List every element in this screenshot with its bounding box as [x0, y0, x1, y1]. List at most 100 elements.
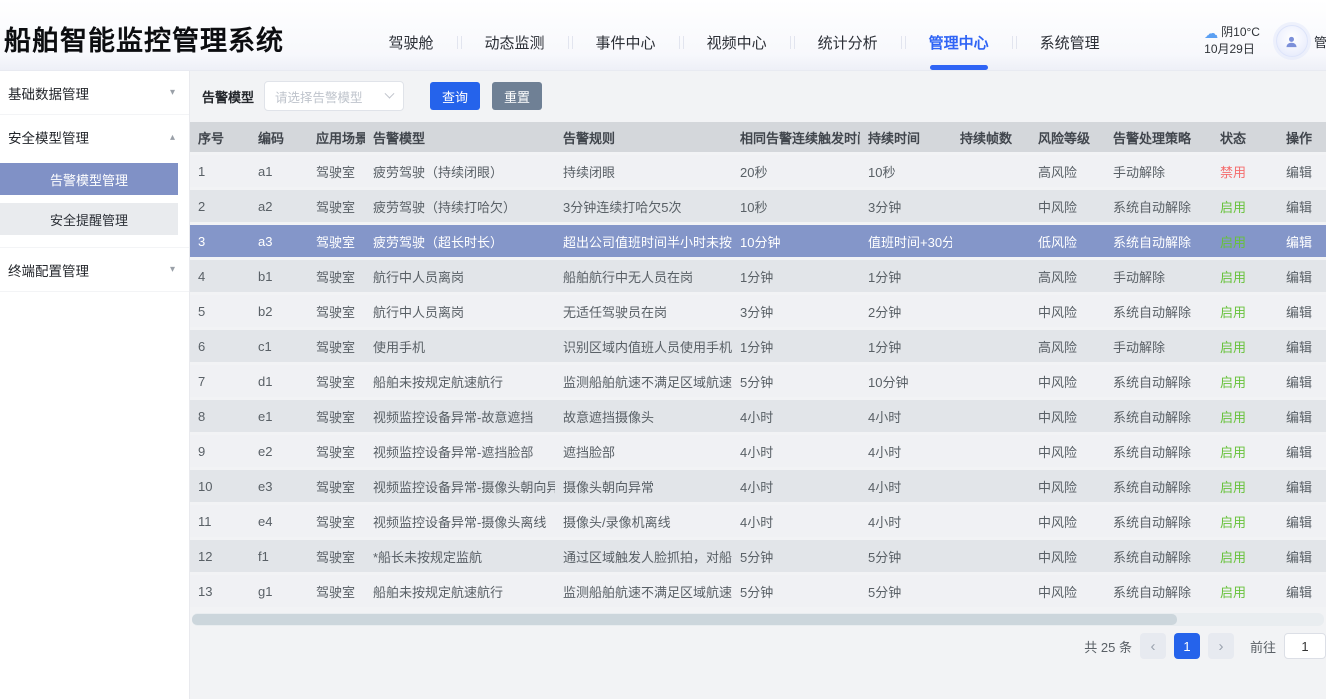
- cell-code: e1: [250, 400, 308, 435]
- status-text: 启用: [1212, 470, 1278, 505]
- sidebar-item-alarm-model[interactable]: 告警模型管理: [0, 163, 178, 195]
- edit-link[interactable]: 编辑: [1278, 470, 1326, 505]
- cell-scene: 驾驶室: [308, 435, 365, 470]
- status-text: 启用: [1212, 295, 1278, 330]
- cell-code: c1: [250, 330, 308, 365]
- cell-no: 5: [190, 295, 250, 330]
- cell-interval: 5分钟: [732, 540, 860, 575]
- cell-frames: [952, 190, 1030, 225]
- cell-model: 航行中人员离岗: [365, 295, 555, 330]
- table-row[interactable]: 3a3驾驶室疲劳驾驶（超长时长）超出公司值班时间半小时未按规定交接10分钟值班时…: [190, 225, 1326, 260]
- cell-risk: 高风险: [1030, 155, 1105, 190]
- nav-item-statistics[interactable]: 统计分析: [795, 32, 901, 53]
- edit-link[interactable]: 编辑: [1278, 190, 1326, 225]
- cell-frames: [952, 260, 1030, 295]
- status-text: 启用: [1212, 400, 1278, 435]
- table-row[interactable]: 9e2驾驶室视频监控设备异常-遮挡脸部遮挡脸部4小时4小时中风险系统自动解除启用…: [190, 435, 1326, 470]
- edit-link[interactable]: 编辑: [1278, 295, 1326, 330]
- cell-duration: 4小时: [860, 470, 952, 505]
- cell-code: e2: [250, 435, 308, 470]
- cell-frames: [952, 435, 1030, 470]
- edit-link[interactable]: 编辑: [1278, 260, 1326, 295]
- cell-model: 视频监控设备异常-遮挡脸部: [365, 435, 555, 470]
- table-row[interactable]: 5b2驾驶室航行中人员离岗无适任驾驶员在岗3分钟2分钟中风险系统自动解除启用编辑: [190, 295, 1326, 330]
- cell-rule: 遮挡脸部: [555, 435, 732, 470]
- app-title: 船舶智能监控管理系统: [4, 13, 284, 58]
- table-row[interactable]: 2a2驾驶室疲劳驾驶（持续打哈欠）3分钟连续打哈欠5次10秒3分钟中风险系统自动…: [190, 190, 1326, 225]
- edit-link[interactable]: 编辑: [1278, 575, 1326, 610]
- nav-item-system[interactable]: 系统管理: [1017, 32, 1123, 53]
- reset-button[interactable]: 重置: [492, 82, 542, 110]
- cell-strategy: 系统自动解除: [1105, 505, 1212, 540]
- status-text: 禁用: [1212, 155, 1278, 190]
- col-frames: 持续帧数: [952, 122, 1030, 155]
- table-row[interactable]: 12f1驾驶室*船长未按规定监航通过区域触发人脸抓拍，对船长身份...5分钟5分…: [190, 540, 1326, 575]
- cell-rule: 摄像头/录像机离线: [555, 505, 732, 540]
- nav-item-management[interactable]: 管理中心: [906, 32, 1012, 53]
- edit-link[interactable]: 编辑: [1278, 155, 1326, 190]
- prev-page-button[interactable]: ‹: [1140, 633, 1166, 659]
- cell-strategy: 系统自动解除: [1105, 225, 1212, 260]
- cell-interval: 1分钟: [732, 260, 860, 295]
- app-header: 船舶智能监控管理系统 驾驶舱 动态监测 事件中心 视频中心 统计分析 管理中心 …: [0, 0, 1326, 70]
- cell-model: 视频监控设备异常-摄像头朝向异常: [365, 470, 555, 505]
- cell-frames: [952, 225, 1030, 260]
- filter-bar: 告警模型 请选择告警模型 查询 重置: [190, 70, 1326, 122]
- table-row[interactable]: 10e3驾驶室视频监控设备异常-摄像头朝向异常摄像头朝向异常4小时4小时中风险系…: [190, 470, 1326, 505]
- cell-model: 船舶未按规定航速航行: [365, 575, 555, 610]
- table-row[interactable]: 7d1驾驶室船舶未按规定航速航行监测船舶航速不满足区域航速限制规定5分钟10分钟…: [190, 365, 1326, 400]
- table-row[interactable]: 1a1驾驶室疲劳驾驶（持续闭眼）持续闭眼20秒10秒高风险手动解除禁用编辑: [190, 155, 1326, 190]
- cell-frames: [952, 575, 1030, 610]
- scrollbar-thumb[interactable]: [192, 614, 1177, 625]
- cell-frames: [952, 365, 1030, 400]
- cell-risk: 中风险: [1030, 505, 1105, 540]
- cell-frames: [952, 295, 1030, 330]
- table-row[interactable]: 13g1驾驶室船舶未按规定航速航行监测船舶航速不满足区域航速限制规定5分钟5分钟…: [190, 575, 1326, 610]
- cell-no: 12: [190, 540, 250, 575]
- sidebar-group-safety-model[interactable]: 安全模型管理 ▴: [0, 115, 189, 159]
- cell-duration: 值班时间+30分钟: [860, 225, 952, 260]
- cell-no: 4: [190, 260, 250, 295]
- col-strategy: 告警处理策略: [1105, 122, 1212, 155]
- total-count: 共 25 条: [1084, 637, 1132, 656]
- user-avatar[interactable]: [1276, 25, 1308, 57]
- cell-scene: 驾驶室: [308, 470, 365, 505]
- nav-item-events[interactable]: 事件中心: [573, 32, 679, 53]
- edit-link[interactable]: 编辑: [1278, 330, 1326, 365]
- cell-no: 2: [190, 190, 250, 225]
- table-row[interactable]: 11e4驾驶室视频监控设备异常-摄像头离线摄像头/录像机离线4小时4小时中风险系…: [190, 505, 1326, 540]
- query-button[interactable]: 查询: [430, 82, 480, 110]
- cell-strategy: 系统自动解除: [1105, 400, 1212, 435]
- edit-link[interactable]: 编辑: [1278, 435, 1326, 470]
- nav-item-cockpit[interactable]: 驾驶舱: [366, 32, 457, 53]
- cell-no: 6: [190, 330, 250, 365]
- cell-scene: 驾驶室: [308, 155, 365, 190]
- edit-link[interactable]: 编辑: [1278, 365, 1326, 400]
- goto-page-input[interactable]: [1284, 633, 1326, 659]
- cell-code: b2: [250, 295, 308, 330]
- table-row[interactable]: 8e1驾驶室视频监控设备异常-故意遮挡故意遮挡摄像头4小时4小时中风险系统自动解…: [190, 400, 1326, 435]
- nav-item-monitoring[interactable]: 动态监测: [462, 32, 568, 53]
- table-row[interactable]: 4b1驾驶室航行中人员离岗船舶航行中无人员在岗1分钟1分钟高风险手动解除启用编辑: [190, 260, 1326, 295]
- chevron-down-icon: [385, 88, 395, 98]
- edit-link[interactable]: 编辑: [1278, 540, 1326, 575]
- cell-strategy: 系统自动解除: [1105, 575, 1212, 610]
- cell-code: a3: [250, 225, 308, 260]
- user-name[interactable]: 管理: [1314, 20, 1326, 51]
- sidebar-group-basic-data[interactable]: 基础数据管理 ▾: [0, 71, 189, 115]
- page-1-button[interactable]: 1: [1174, 633, 1200, 659]
- alarm-model-select[interactable]: 请选择告警模型: [264, 81, 404, 111]
- nav-item-video[interactable]: 视频中心: [684, 32, 790, 53]
- sidebar-group-terminal-config[interactable]: 终端配置管理 ▾: [0, 248, 189, 292]
- edit-link[interactable]: 编辑: [1278, 225, 1326, 260]
- col-index: 序号: [190, 122, 250, 155]
- weather-temp: 阴10°C: [1221, 25, 1260, 41]
- col-interval: 相同告警连续触发时间间隔: [732, 122, 860, 155]
- edit-link[interactable]: 编辑: [1278, 400, 1326, 435]
- next-page-button[interactable]: ›: [1208, 633, 1234, 659]
- cell-no: 8: [190, 400, 250, 435]
- table-row[interactable]: 6c1驾驶室使用手机识别区域内值班人员使用手机1分钟1分钟高风险手动解除启用编辑: [190, 330, 1326, 365]
- edit-link[interactable]: 编辑: [1278, 505, 1326, 540]
- sidebar-item-safety-reminder[interactable]: 安全提醒管理: [0, 203, 178, 235]
- cell-risk: 中风险: [1030, 295, 1105, 330]
